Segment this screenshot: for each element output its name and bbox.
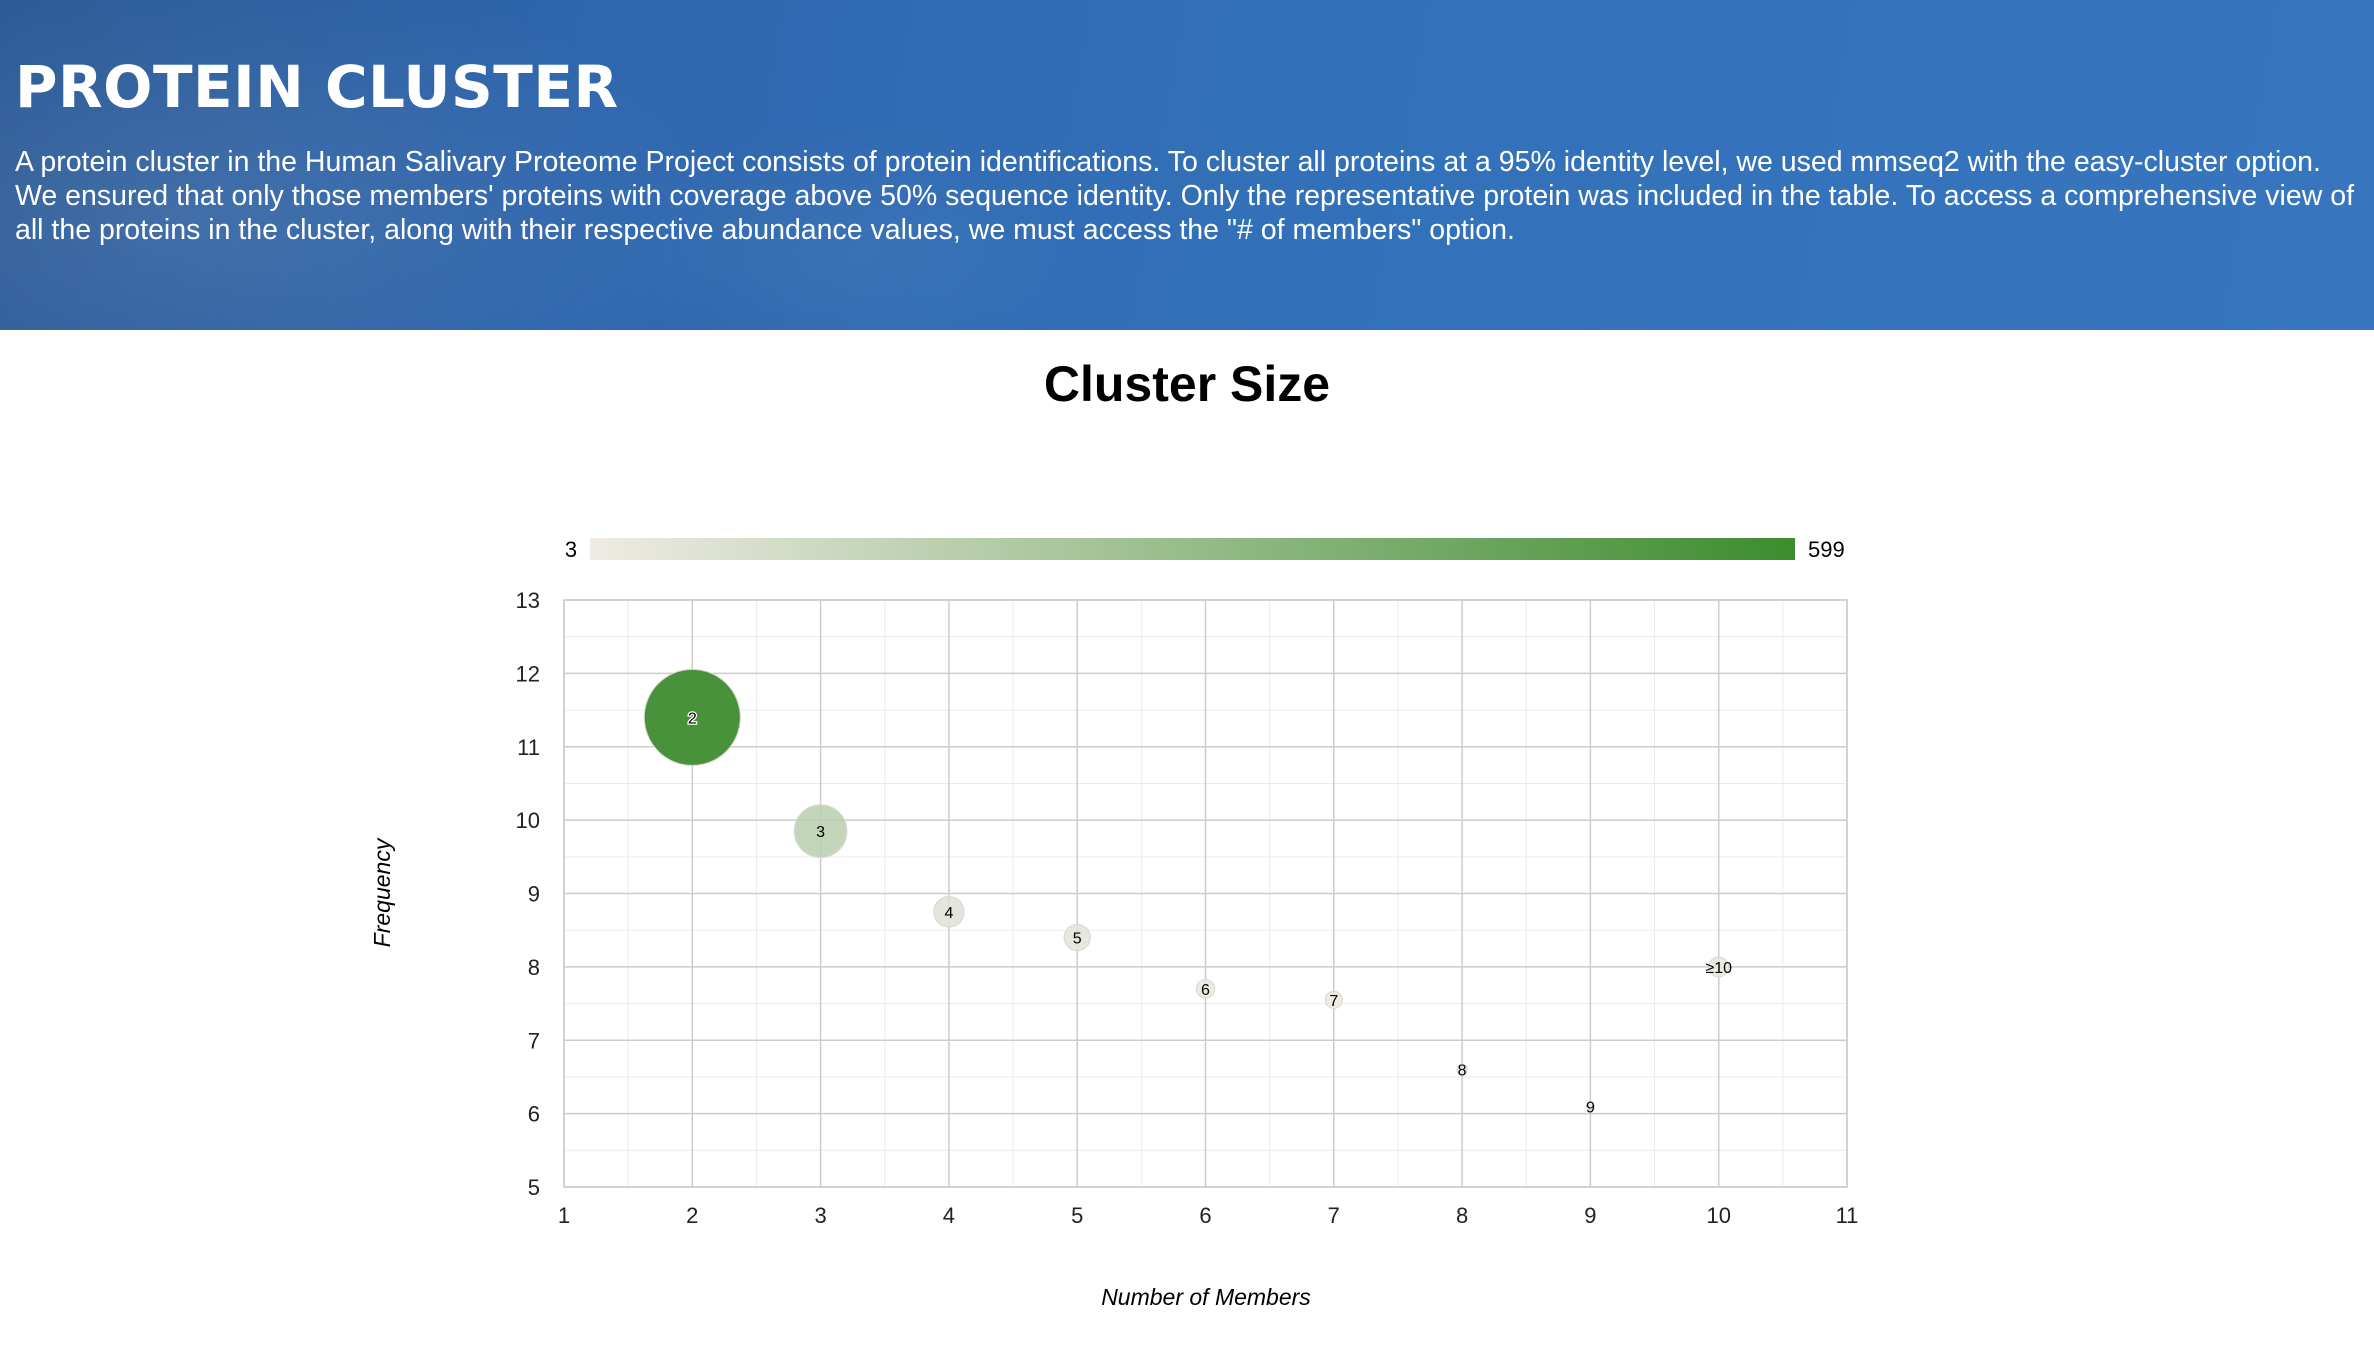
bubble-label: 2 [688,710,697,727]
bubble-label: 8 [1458,1063,1467,1080]
bubble-chart: 3 599 1 2 3 4 5 6 7 8 9 10 115678910111213 23456789… [369,537,1859,1310]
x-tick-label: 8 [1456,1203,1468,1228]
color-scale-min-label: 3 [565,537,577,562]
bubble-label: ≥10 [1705,960,1732,977]
y-tick-label: 8 [528,955,540,980]
x-tick-label: 11 [1836,1203,1859,1228]
y-tick-label: 5 [528,1175,540,1200]
x-tick-label: 6 [1199,1203,1211,1228]
y-tick-label: 10 [516,808,540,833]
x-tick-label: 7 [1328,1203,1340,1228]
chart-grid [563,599,1848,1188]
color-scale: 3 599 [565,537,1845,562]
x-tick-label: 2 [686,1203,698,1228]
y-tick-label: 12 [516,661,540,686]
bubble-label: 7 [1329,993,1338,1010]
y-tick-label: 13 [516,588,540,613]
y-tick-label: 6 [528,1102,540,1127]
x-tick-label: 3 [814,1203,826,1228]
color-scale-bar [590,538,1795,560]
y-tick-label: 11 [517,735,540,760]
x-tick-label: 1 [558,1203,570,1228]
bubble-label: 9 [1586,1099,1595,1116]
y-axis-title: Frequency [369,837,395,947]
color-scale-max-label: 599 [1808,537,1845,562]
bubble-label: 3 [816,824,825,841]
y-tick-label: 9 [528,882,540,907]
bubble-label: 4 [944,905,953,922]
y-tick-label: 7 [528,1028,540,1053]
x-axis-title: Number of Members [1101,1284,1311,1310]
x-tick-label: 10 [1706,1203,1730,1228]
bubble-label: 6 [1201,982,1210,999]
bubble-label: 5 [1073,931,1082,948]
x-tick-label: 9 [1584,1203,1596,1228]
x-tick-label: 5 [1071,1203,1083,1228]
x-tick-label: 4 [943,1203,955,1228]
